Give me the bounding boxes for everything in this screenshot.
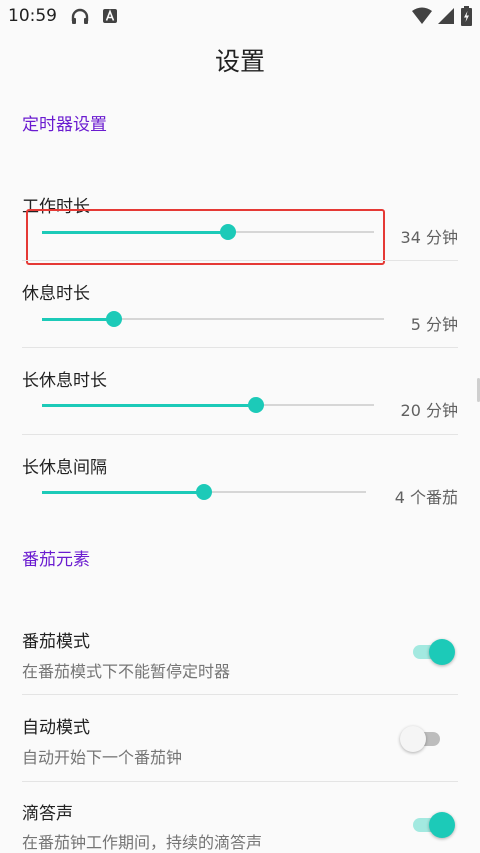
slider-thumb[interactable] xyxy=(105,311,122,327)
divider xyxy=(22,694,458,695)
headset-icon xyxy=(70,8,90,30)
pref-value-work-duration: 34 分钟 xyxy=(400,228,458,247)
slider-fill xyxy=(42,318,114,321)
section-header-timer: 定时器设置 xyxy=(22,115,107,135)
divider xyxy=(22,434,458,435)
switch-thumb xyxy=(429,812,455,838)
app-notification-icon xyxy=(102,8,118,28)
divider xyxy=(22,260,458,261)
section-header-tomato: 番茄元素 xyxy=(22,550,90,570)
slider-thumb[interactable] xyxy=(248,397,265,413)
switch-thumb xyxy=(429,639,455,665)
pref-value-long-break-interval: 4 个番茄 xyxy=(394,488,458,507)
toggle-ticking-sound[interactable] xyxy=(411,810,455,840)
pref-summary-auto-mode: 自动开始下一个番茄钟 xyxy=(22,748,183,767)
battery-icon xyxy=(461,6,472,30)
pref-title-ticking-sound: 滴答声 xyxy=(22,804,73,824)
status-bar: 10:59 xyxy=(0,0,480,34)
slider-fill xyxy=(42,404,257,407)
divider xyxy=(22,347,458,348)
divider xyxy=(22,781,458,782)
status-time: 10:59 xyxy=(8,6,57,26)
pref-title-auto-mode: 自动模式 xyxy=(22,718,90,738)
slider-fill xyxy=(42,491,204,494)
signal-icon xyxy=(437,7,455,29)
slider-long-break-duration[interactable] xyxy=(42,394,374,416)
slider-break-duration[interactable] xyxy=(42,308,384,330)
wifi-icon xyxy=(411,7,433,29)
highlight-box xyxy=(26,209,385,265)
pref-title-tomato-mode: 番茄模式 xyxy=(22,632,90,652)
switch-thumb xyxy=(400,726,426,752)
pref-value-break-duration: 5 分钟 xyxy=(410,315,458,334)
slider-long-break-interval[interactable] xyxy=(42,481,366,503)
slider-thumb[interactable] xyxy=(196,484,212,500)
pref-title-long-break-duration: 长休息时长 xyxy=(22,371,107,391)
pref-summary-tomato-mode: 在番茄模式下不能暂停定时器 xyxy=(22,662,231,681)
toggle-tomato-mode[interactable] xyxy=(411,637,455,667)
pref-value-long-break-duration: 20 分钟 xyxy=(400,401,458,420)
pref-summary-ticking-sound: 在番茄钟工作期间，持续的滴答声 xyxy=(22,833,263,852)
page-title: 设置 xyxy=(214,47,265,76)
pref-title-break-duration: 休息时长 xyxy=(22,284,90,304)
toggle-auto-mode[interactable] xyxy=(400,724,444,754)
pref-title-long-break-interval: 长休息间隔 xyxy=(22,458,107,478)
